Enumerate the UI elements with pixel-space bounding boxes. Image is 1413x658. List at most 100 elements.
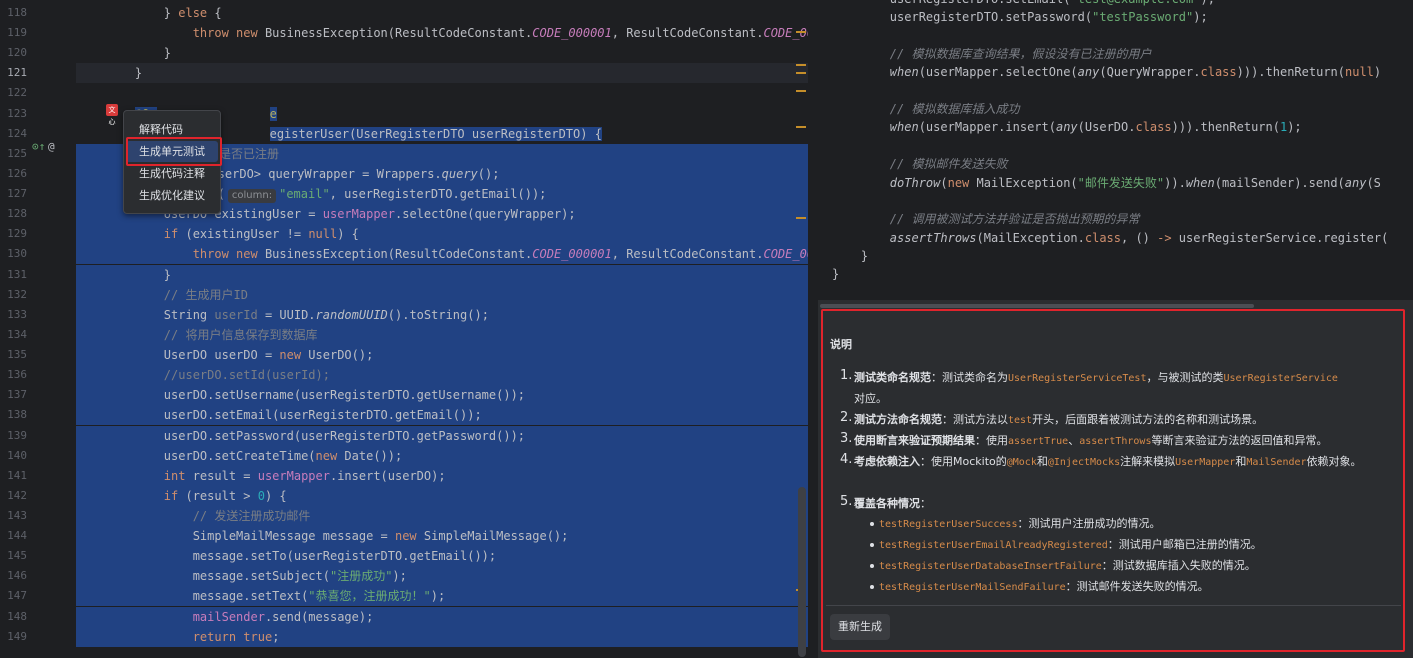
inline-code: test	[1008, 415, 1033, 426]
code-line[interactable]: 145 message.setTo(userRegisterDTO.getEma…	[0, 546, 808, 567]
code-line[interactable]: 148 mailSender.send(message);	[0, 606, 808, 627]
code-line[interactable]: 137 userDO.setUsername(userRegisterDTO.g…	[0, 385, 808, 406]
code-token: )).	[1164, 175, 1186, 190]
item-text: 对应。	[854, 392, 887, 405]
code-token: //userDO.setId(userId);	[163, 368, 330, 383]
code-token: ))).thenReturn(	[1236, 65, 1345, 80]
code-token: class	[1084, 230, 1121, 245]
generated-code-line: }	[832, 246, 868, 266]
code-line[interactable]: 129 if (existingUser != null) {	[0, 224, 808, 245]
code-token: // 发送注册成功邮件	[192, 509, 311, 523]
code-line[interactable]: 121 }	[0, 63, 808, 84]
code-token: }	[106, 267, 172, 282]
code-line[interactable]: 122	[0, 83, 808, 103]
bullet-icon	[870, 522, 874, 526]
inline-code: UserRegisterServiceTest	[1008, 373, 1147, 384]
code-line[interactable]: 140 userDO.setCreateTime(new Date());	[0, 445, 808, 466]
generated-code-block[interactable]: userRegisterDTO.setEmail("test@example.c…	[818, 0, 1413, 300]
code-token: );	[1200, 0, 1214, 6]
annotation-icon[interactable]: @	[48, 141, 55, 153]
code-token: = UUID.	[257, 307, 316, 322]
code-token: );	[1193, 10, 1208, 25]
regenerate-button[interactable]: 重新生成	[830, 614, 890, 640]
line-number: 130	[7, 247, 27, 261]
code-line[interactable]: 149 return true;	[0, 626, 808, 647]
menu-item-explain-code[interactable]: 解释代码	[126, 119, 218, 140]
code-line[interactable]: 144 SimpleMailMessage message = new Simp…	[0, 526, 808, 547]
line-code: message.setText("恭喜您，注册成功！");	[76, 586, 808, 607]
code-line[interactable]: 139 userDO.setPassword(userRegisterDTO.g…	[0, 425, 808, 446]
list-number: 1.	[840, 368, 853, 383]
line-code: //userDO.setId(userId);	[76, 365, 808, 386]
code-line[interactable]: 118 } else {	[0, 3, 808, 23]
line-number: 146	[7, 569, 27, 583]
code-line[interactable]: 130 throw new BusinessException(ResultCo…	[0, 244, 808, 265]
code-line[interactable]: 136 //userDO.setId(userId);	[0, 365, 808, 386]
line-code: userDO.setUsername(userRegisterDTO.getUs…	[76, 385, 808, 406]
explanation-title: 说明	[830, 338, 852, 351]
item-text: ：使用	[975, 434, 1008, 447]
line-number: 134	[7, 327, 27, 341]
code-line[interactable]: 146 message.setSubject("注册成功");	[0, 566, 808, 587]
code-token: userRegisterService.register(	[1171, 230, 1389, 245]
code-token: CODE_000001	[532, 247, 612, 262]
code-line[interactable]: 142 if (result > 0) {	[0, 485, 808, 506]
inline-code: assertTrue	[1008, 436, 1069, 447]
menu-item-generate-comments[interactable]: 生成代码注释	[126, 163, 218, 184]
item-text: ：测试类命名为	[931, 371, 1008, 384]
code-line[interactable]: 127.eq(column:"email", userRegisterDTO.g…	[0, 184, 808, 205]
menu-item-generate-optimization[interactable]: 生成优化建议	[126, 185, 218, 206]
code-line[interactable]: 119 throw new BusinessException(ResultCo…	[0, 23, 808, 43]
code-horizontal-scrollbar[interactable]	[820, 304, 1254, 308]
code-line[interactable]: 125 是否已注册	[0, 143, 808, 164]
line-code: }	[76, 264, 808, 285]
code-editor[interactable]: 118 } else {119 throw new BusinessExcept…	[0, 0, 808, 658]
section-divider	[826, 605, 1401, 606]
code-line[interactable]: 120 }	[0, 43, 808, 63]
code-line[interactable]: 128 UserDO existingUser = userMapper.sel…	[0, 204, 808, 225]
code-token: (existingUser !=	[185, 227, 309, 242]
item-text: 注解来模拟	[1120, 455, 1176, 468]
code-line[interactable]: 132 // 生成用户ID	[0, 284, 808, 305]
code-line[interactable]: 138 userDO.setEmail(userRegisterDTO.getE…	[0, 405, 808, 426]
code-token: new	[947, 175, 977, 190]
code-line[interactable]: 141 int result = userMapper.insert(userD…	[0, 465, 808, 486]
inline-code: testRegisterUserSuccess	[879, 519, 1018, 530]
item-text: 和	[1036, 455, 1048, 468]
code-token: , userRegisterDTO.getEmail());	[329, 187, 547, 202]
line-code: mailSender.send(message);	[76, 606, 808, 627]
line-code: }	[76, 63, 808, 84]
item-text: 开头，后面跟着被测试方法的名称和测试场景。	[1032, 413, 1264, 426]
code-line[interactable]: 124 pulegisterUser(UserRegisterDTO userR…	[0, 124, 808, 144]
code-line[interactable]: 147 message.setText("恭喜您，注册成功！");	[0, 586, 808, 607]
scroll-marker	[796, 72, 806, 74]
code-token: CODE_0000	[763, 247, 808, 262]
ai-context-menu: 解释代码 生成单元测试 生成代码注释 生成优化建议	[123, 110, 221, 214]
code-line[interactable]: 126 r<UserDO> queryWrapper = Wrappers.que…	[0, 163, 808, 184]
code-line[interactable]: 123 @Ove	[0, 104, 808, 124]
code-token: .send(message);	[264, 609, 374, 624]
code-token: (result >	[185, 488, 258, 503]
code-token: userMapper	[257, 468, 330, 483]
ai-assistant-icon[interactable]: 文心	[106, 104, 118, 126]
code-line[interactable]: 131 }	[0, 264, 808, 285]
code-token: userId	[214, 307, 258, 322]
code-line[interactable]: 134 // 将用户信息保存到数据库	[0, 324, 808, 345]
code-token: SimpleMailMessage message =	[106, 529, 395, 544]
code-line[interactable]: 133 String userId = UUID.randomUUID().to…	[0, 304, 808, 325]
code-token: userRegisterDTO.setEmail(	[832, 0, 1071, 6]
line-number: 144	[7, 529, 27, 543]
run-test-icon[interactable]: ⊙↑	[32, 141, 45, 153]
line-code: UserDO userDO = new UserDO();	[76, 345, 808, 366]
code-line[interactable]: 143 // 发送注册成功邮件	[0, 506, 808, 526]
code-token: ) {	[337, 227, 359, 242]
editor-scrollbar[interactable]	[798, 487, 806, 657]
code-token: BusinessException(ResultCodeConstant.	[264, 26, 533, 41]
code-token: (mailSender).send(	[1214, 175, 1345, 190]
code-line[interactable]: 135 UserDO userDO = new UserDO();	[0, 345, 808, 366]
menu-item-generate-unit-test[interactable]: 生成单元测试	[126, 141, 218, 162]
line-code: // 将用户信息保存到数据库	[76, 324, 808, 345]
